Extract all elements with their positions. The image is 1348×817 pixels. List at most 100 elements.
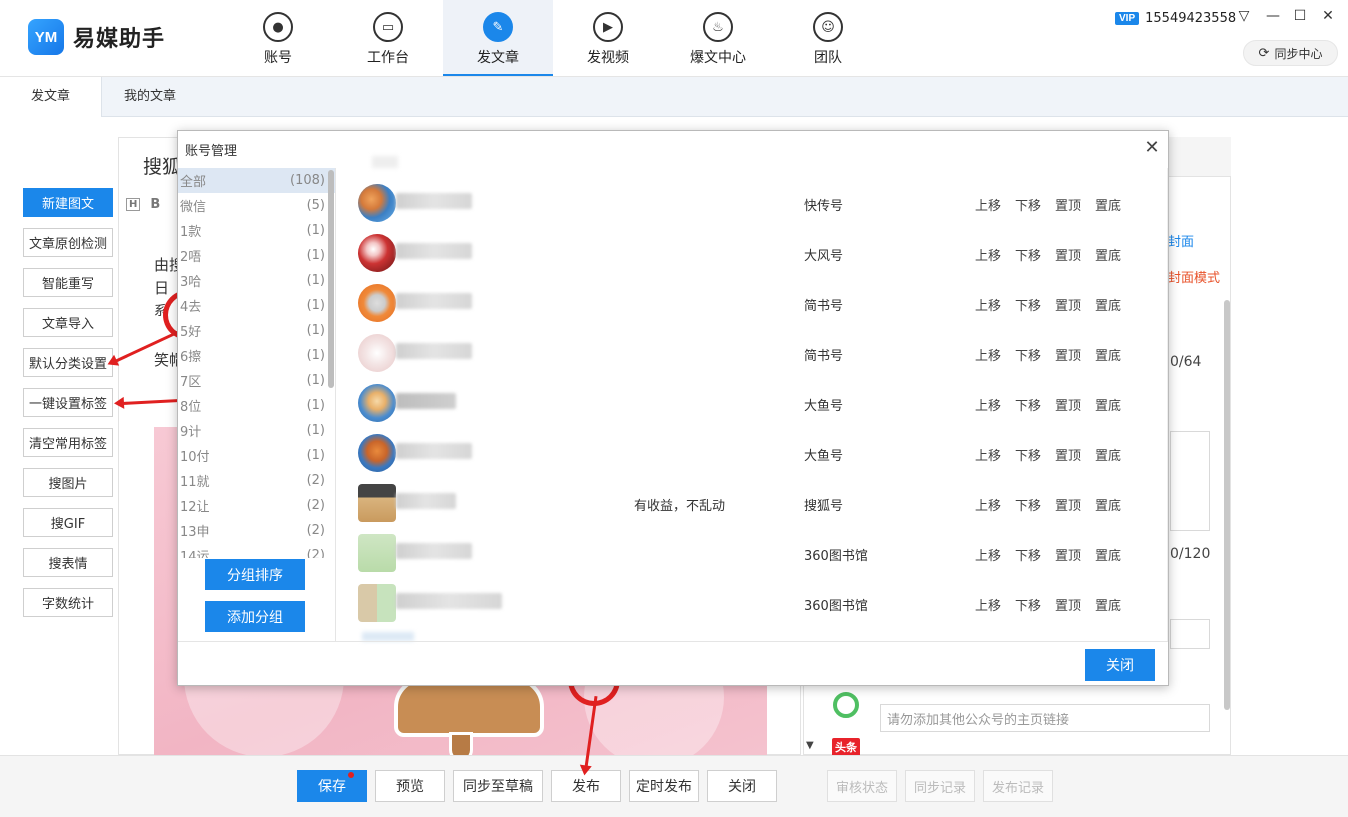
group-item[interactable]: 13申 (2)	[178, 518, 335, 543]
pin-top-link[interactable]: 置顶	[1055, 345, 1081, 364]
account-row[interactable]: 大鱼号 上移 下移 置顶 置底	[356, 429, 1146, 479]
move-up-link[interactable]: 上移	[975, 345, 1001, 364]
new-article-button[interactable]: 新建图文	[23, 188, 113, 217]
group-list-scrollbar[interactable]	[328, 170, 334, 388]
group-item[interactable]: 全部 (108)	[178, 168, 335, 193]
move-up-link[interactable]: 上移	[975, 295, 1001, 314]
word-count-button[interactable]: 字数统计	[23, 588, 113, 617]
move-up-link[interactable]: 上移	[975, 245, 1001, 264]
pin-bottom-link[interactable]: 置底	[1095, 345, 1121, 364]
tab-publish-article[interactable]: 发文章	[0, 77, 102, 117]
sync-center-button[interactable]: ⟳ 同步中心	[1243, 40, 1338, 66]
group-item[interactable]: 3哈 (1)	[178, 268, 335, 293]
pin-top-link[interactable]: 置顶	[1055, 295, 1081, 314]
group-item[interactable]: 6擦 (1)	[178, 343, 335, 368]
pin-top-link[interactable]: 置顶	[1055, 445, 1081, 464]
group-item[interactable]: 9计 (1)	[178, 418, 335, 443]
pin-bottom-link[interactable]: 置底	[1095, 445, 1121, 464]
pin-bottom-link[interactable]: 置底	[1095, 245, 1121, 264]
link-input[interactable]	[1170, 619, 1210, 649]
nav-hot-articles[interactable]: ♨ 爆文中心	[663, 0, 773, 76]
scheduled-publish-button[interactable]: 定时发布	[629, 770, 699, 802]
import-article-button[interactable]: 文章导入	[23, 308, 113, 337]
dialog-close-icon[interactable]: ✕	[1143, 137, 1161, 158]
maximize-icon[interactable]: ☐	[1291, 8, 1309, 24]
nav-team[interactable]: ☺ 团队	[773, 0, 883, 76]
add-group-button[interactable]: 添加分组	[205, 601, 305, 632]
pin-bottom-link[interactable]: 置底	[1095, 195, 1121, 214]
pin-bottom-link[interactable]: 置底	[1095, 495, 1121, 514]
originality-check-button[interactable]: 文章原创检测	[23, 228, 113, 257]
cover-link[interactable]: 封面	[1168, 231, 1194, 250]
sync-to-draft-button[interactable]: 同步至草稿	[453, 770, 543, 802]
group-item[interactable]: 4去 (1)	[178, 293, 335, 318]
review-status-button[interactable]: 审核状态	[827, 770, 897, 802]
close-button[interactable]: 关闭	[707, 770, 777, 802]
move-down-link[interactable]: 下移	[1015, 495, 1041, 514]
pin-top-link[interactable]: 置顶	[1055, 245, 1081, 264]
group-item[interactable]: 7区 (1)	[178, 368, 335, 393]
dropdown-menu-icon[interactable]: ▽	[1235, 8, 1253, 24]
account-row[interactable]: 360图书馆 上移 下移 置顶 置底	[356, 579, 1146, 629]
group-item[interactable]: 10付 (1)	[178, 443, 335, 468]
move-down-link[interactable]: 下移	[1015, 345, 1041, 364]
account-row[interactable]: 大风号 上移 下移 置顶 置底	[356, 229, 1146, 279]
nav-publish-video[interactable]: ▶ 发视频	[553, 0, 663, 76]
account-info[interactable]: VIP 15549423558	[1115, 11, 1236, 26]
nav-account[interactable]: ● 账号	[223, 0, 333, 76]
group-item[interactable]: 12让 (2)	[178, 493, 335, 518]
account-row[interactable]: 360图书馆 上移 下移 置顶 置底	[356, 529, 1146, 579]
nav-publish-article[interactable]: ✎ 发文章	[443, 0, 553, 76]
move-down-link[interactable]: 下移	[1015, 395, 1041, 414]
clear-tags-button[interactable]: 清空常用标签	[23, 428, 113, 457]
pin-top-link[interactable]: 置顶	[1055, 595, 1081, 614]
save-button[interactable]: 保存	[297, 770, 367, 802]
move-down-link[interactable]: 下移	[1015, 445, 1041, 464]
close-window-icon[interactable]: ✕	[1319, 8, 1337, 24]
pin-bottom-link[interactable]: 置底	[1095, 395, 1121, 414]
move-down-link[interactable]: 下移	[1015, 595, 1041, 614]
pin-top-link[interactable]: 置顶	[1055, 195, 1081, 214]
scroll-down-icon[interactable]: ▼	[806, 740, 814, 751]
group-item[interactable]: 8位 (1)	[178, 393, 335, 418]
editor-title[interactable]: 搜狐	[143, 152, 181, 179]
pin-bottom-link[interactable]: 置底	[1095, 545, 1121, 564]
search-images-button[interactable]: 搜图片	[23, 468, 113, 497]
cover-mode-link[interactable]: 封面模式	[1168, 267, 1220, 286]
settings-scrollbar[interactable]	[1224, 300, 1230, 710]
move-down-link[interactable]: 下移	[1015, 195, 1041, 214]
group-item[interactable]: 5好 (1)	[178, 318, 335, 343]
platform-circle-icon[interactable]	[833, 692, 859, 718]
pin-top-link[interactable]: 置顶	[1055, 545, 1081, 564]
move-down-link[interactable]: 下移	[1015, 545, 1041, 564]
account-row[interactable]: 简书号 上移 下移 置顶 置底	[356, 279, 1146, 329]
publish-log-button[interactable]: 发布记录	[983, 770, 1053, 802]
sync-log-button[interactable]: 同步记录	[905, 770, 975, 802]
account-row[interactable]: 有收益，不乱动 搜狐号 上移 下移 置顶 置底	[356, 479, 1146, 529]
dialog-close-button[interactable]: 关闭	[1085, 649, 1155, 681]
account-row[interactable]: 简书号 上移 下移 置顶 置底	[356, 329, 1146, 379]
search-emoji-button[interactable]: 搜表情	[23, 548, 113, 577]
toutiao-badge[interactable]: 头条	[832, 738, 860, 756]
tab-my-articles[interactable]: 我的文章	[124, 77, 176, 117]
group-item[interactable]: 14运 (2)	[178, 543, 335, 558]
heading-icon[interactable]: H	[126, 197, 141, 211]
pin-top-link[interactable]: 置顶	[1055, 395, 1081, 414]
account-row[interactable]: 大鱼号 上移 下移 置顶 置底	[356, 379, 1146, 429]
move-up-link[interactable]: 上移	[975, 195, 1001, 214]
homepage-link-input[interactable]: 请勿添加其他公众号的主页链接	[880, 704, 1210, 732]
move-up-link[interactable]: 上移	[975, 445, 1001, 464]
account-row[interactable]: 快传号 上移 下移 置顶 置底	[356, 179, 1146, 229]
move-down-link[interactable]: 下移	[1015, 295, 1041, 314]
move-up-link[interactable]: 上移	[975, 395, 1001, 414]
bold-icon[interactable]: B	[150, 197, 160, 212]
search-gif-button[interactable]: 搜GIF	[23, 508, 113, 537]
group-item[interactable]: 2唔 (1)	[178, 243, 335, 268]
set-tags-button[interactable]: 一键设置标签	[23, 388, 113, 417]
move-down-link[interactable]: 下移	[1015, 245, 1041, 264]
move-up-link[interactable]: 上移	[975, 595, 1001, 614]
move-up-link[interactable]: 上移	[975, 545, 1001, 564]
summary-textarea[interactable]	[1170, 431, 1210, 531]
move-up-link[interactable]: 上移	[975, 495, 1001, 514]
minimize-icon[interactable]: —	[1264, 8, 1282, 24]
